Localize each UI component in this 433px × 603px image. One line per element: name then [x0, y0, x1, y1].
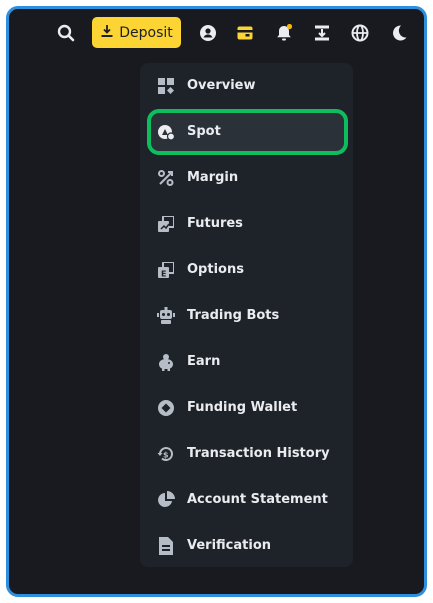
user-icon[interactable] — [198, 23, 218, 43]
svg-text:$: $ — [163, 451, 169, 460]
deposit-button[interactable]: Deposit — [92, 17, 181, 48]
menu-item-label: Trading Bots — [187, 308, 280, 323]
app-window: Deposit Overview Spot Margin Futures E O… — [6, 6, 427, 597]
menu-item-margin[interactable]: Margin — [140, 155, 353, 201]
menu-item-label: Transaction History — [187, 446, 330, 461]
robot-icon — [157, 307, 175, 325]
menu-item-verification[interactable]: Verification — [140, 523, 353, 569]
menu-item-earn[interactable]: Earn — [140, 339, 353, 385]
menu-item-label: Account Statement — [187, 492, 328, 507]
menu-item-transaction-history[interactable]: $ Transaction History — [140, 431, 353, 477]
notification-bell-icon[interactable] — [274, 23, 294, 43]
wallet-icon[interactable] — [235, 23, 255, 43]
options-icon: E — [157, 261, 175, 279]
menu-item-label: Earn — [187, 354, 221, 369]
menu-item-label: Spot — [187, 124, 221, 139]
download-app-icon[interactable] — [312, 23, 332, 43]
document-icon — [157, 537, 175, 555]
top-navigation-bar: Deposit — [9, 9, 424, 57]
futures-icon — [157, 215, 175, 233]
menu-item-futures[interactable]: Futures — [140, 201, 353, 247]
menu-item-overview[interactable]: Overview — [140, 63, 353, 109]
menu-item-label: Futures — [187, 216, 243, 231]
menu-item-label: Verification — [187, 538, 272, 553]
transaction-history-icon: $ — [157, 445, 175, 463]
menu-item-trading-bots[interactable]: Trading Bots — [140, 293, 353, 339]
menu-item-label: Overview — [187, 78, 256, 93]
dark-mode-moon-icon[interactable] — [389, 23, 409, 43]
search-icon[interactable] — [56, 23, 76, 43]
funding-wallet-icon — [157, 399, 175, 417]
menu-item-funding-wallet[interactable]: Funding Wallet — [140, 385, 353, 431]
overview-grid-icon — [157, 77, 175, 95]
language-globe-icon[interactable] — [350, 23, 370, 43]
menu-item-options[interactable]: E Options — [140, 247, 353, 293]
menu-item-spot[interactable]: Spot — [147, 109, 348, 155]
menu-item-label: Options — [187, 262, 244, 277]
spot-icon — [157, 123, 175, 141]
menu-item-account-statement[interactable]: Account Statement — [140, 477, 353, 523]
menu-item-label: Funding Wallet — [187, 400, 298, 415]
margin-percent-icon — [157, 169, 175, 187]
svg-text:E: E — [161, 270, 166, 279]
menu-item-label: Margin — [187, 170, 239, 185]
download-icon — [100, 24, 114, 42]
pie-chart-icon — [157, 491, 175, 509]
piggy-bank-icon — [157, 353, 175, 371]
menu-item-spot-wrapper: Spot — [140, 109, 353, 155]
wallet-dropdown-menu: Overview Spot Margin Futures E Options T… — [140, 63, 353, 567]
deposit-label: Deposit — [119, 24, 173, 41]
